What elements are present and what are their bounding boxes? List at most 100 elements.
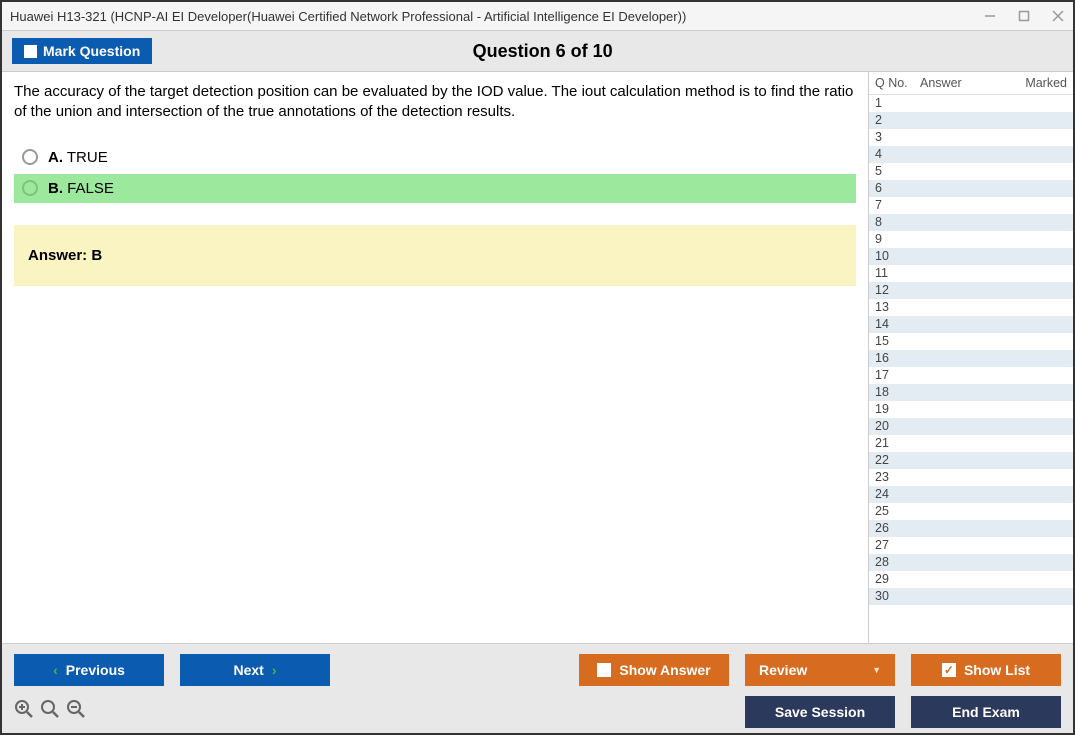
- question-list-row[interactable]: 11: [869, 265, 1073, 282]
- option-row[interactable]: B. FALSE: [14, 174, 856, 203]
- qno-cell: 27: [875, 537, 920, 554]
- question-list-row[interactable]: 10: [869, 248, 1073, 265]
- question-list-row[interactable]: 9: [869, 231, 1073, 248]
- question-list-row[interactable]: 12: [869, 282, 1073, 299]
- qno-cell: 7: [875, 197, 920, 214]
- qno-cell: 9: [875, 231, 920, 248]
- option-text: A. TRUE: [48, 149, 108, 166]
- qno-cell: 26: [875, 520, 920, 537]
- checkbox-checked-icon: ✓: [942, 663, 956, 677]
- qno-cell: 8: [875, 214, 920, 231]
- qno-cell: 14: [875, 316, 920, 333]
- question-list-row[interactable]: 30: [869, 588, 1073, 605]
- question-list-row[interactable]: 20: [869, 418, 1073, 435]
- window-title: Huawei H13-321 (HCNP-AI EI Developer(Hua…: [10, 9, 983, 24]
- question-list-row[interactable]: 13: [869, 299, 1073, 316]
- qno-cell: 28: [875, 554, 920, 571]
- show-list-label: Show List: [964, 662, 1030, 678]
- col-header-marked: Marked: [1012, 76, 1067, 90]
- close-icon[interactable]: [1051, 9, 1065, 23]
- show-answer-label: Show Answer: [619, 662, 710, 678]
- qno-cell: 25: [875, 503, 920, 520]
- qno-cell: 4: [875, 146, 920, 163]
- qno-cell: 1: [875, 95, 920, 112]
- question-list-row[interactable]: 27: [869, 537, 1073, 554]
- zoom-in-icon[interactable]: [14, 699, 34, 725]
- qno-cell: 24: [875, 486, 920, 503]
- qno-cell: 23: [875, 469, 920, 486]
- qno-cell: 15: [875, 333, 920, 350]
- qno-cell: 29: [875, 571, 920, 588]
- show-list-button[interactable]: ✓ Show List: [911, 654, 1061, 686]
- option-row[interactable]: A. TRUE: [14, 143, 856, 172]
- question-list-row[interactable]: 28: [869, 554, 1073, 571]
- question-list-row[interactable]: 6: [869, 180, 1073, 197]
- question-pane: The accuracy of the target detection pos…: [2, 72, 868, 643]
- qno-cell: 22: [875, 452, 920, 469]
- caret-down-icon: ▼: [872, 665, 881, 675]
- question-list-row[interactable]: 21: [869, 435, 1073, 452]
- chevron-left-icon: ‹: [53, 662, 58, 678]
- question-list-panel: Q No. Answer Marked 12345678910111213141…: [868, 72, 1073, 643]
- footer-bar: ‹ Previous Next › Show Answer Review ▼ ✓…: [2, 643, 1073, 733]
- question-list-row[interactable]: 17: [869, 367, 1073, 384]
- save-session-label: Save Session: [775, 704, 865, 720]
- question-list-row[interactable]: 19: [869, 401, 1073, 418]
- titlebar: Huawei H13-321 (HCNP-AI EI Developer(Hua…: [2, 2, 1073, 30]
- chevron-right-icon: ›: [272, 662, 277, 678]
- question-list-row[interactable]: 2: [869, 112, 1073, 129]
- qno-cell: 18: [875, 384, 920, 401]
- question-list[interactable]: 1234567891011121314151617181920212223242…: [869, 94, 1073, 643]
- qno-cell: 10: [875, 248, 920, 265]
- minimize-icon[interactable]: [983, 9, 997, 23]
- question-list-row[interactable]: 5: [869, 163, 1073, 180]
- qno-cell: 2: [875, 112, 920, 129]
- question-list-row[interactable]: 8: [869, 214, 1073, 231]
- question-list-row[interactable]: 29: [869, 571, 1073, 588]
- question-list-row[interactable]: 16: [869, 350, 1073, 367]
- show-answer-button[interactable]: Show Answer: [579, 654, 729, 686]
- end-exam-button[interactable]: End Exam: [911, 696, 1061, 728]
- zoom-out-icon[interactable]: [66, 699, 86, 725]
- review-label: Review: [759, 662, 807, 678]
- qno-cell: 30: [875, 588, 920, 605]
- question-list-row[interactable]: 14: [869, 316, 1073, 333]
- col-header-qno: Q No.: [875, 76, 920, 90]
- question-list-row[interactable]: 15: [869, 333, 1073, 350]
- question-list-row[interactable]: 23: [869, 469, 1073, 486]
- qno-cell: 17: [875, 367, 920, 384]
- next-label: Next: [233, 662, 263, 678]
- question-list-row[interactable]: 24: [869, 486, 1073, 503]
- question-list-row[interactable]: 3: [869, 129, 1073, 146]
- previous-label: Previous: [66, 662, 125, 678]
- qno-cell: 20: [875, 418, 920, 435]
- qno-cell: 12: [875, 282, 920, 299]
- radio-icon: [22, 180, 38, 196]
- question-list-row[interactable]: 18: [869, 384, 1073, 401]
- previous-button[interactable]: ‹ Previous: [14, 654, 164, 686]
- qno-cell: 19: [875, 401, 920, 418]
- zoom-reset-icon[interactable]: [40, 699, 60, 725]
- question-list-row[interactable]: 22: [869, 452, 1073, 469]
- end-exam-label: End Exam: [952, 704, 1020, 720]
- question-list-row[interactable]: 26: [869, 520, 1073, 537]
- qno-cell: 21: [875, 435, 920, 452]
- qno-cell: 16: [875, 350, 920, 367]
- question-list-row[interactable]: 4: [869, 146, 1073, 163]
- header-bar: Mark Question Question 6 of 10: [2, 30, 1073, 72]
- radio-icon: [22, 149, 38, 165]
- maximize-icon[interactable]: [1017, 9, 1031, 23]
- next-button[interactable]: Next ›: [180, 654, 330, 686]
- question-counter: Question 6 of 10: [22, 41, 1063, 62]
- review-button[interactable]: Review ▼: [745, 654, 895, 686]
- answer-box: Answer: B: [14, 225, 856, 286]
- save-session-button[interactable]: Save Session: [745, 696, 895, 728]
- checkbox-icon: [597, 663, 611, 677]
- qno-cell: 5: [875, 163, 920, 180]
- option-text: B. FALSE: [48, 180, 114, 197]
- col-header-answer: Answer: [920, 76, 1012, 90]
- question-list-row[interactable]: 25: [869, 503, 1073, 520]
- qno-cell: 13: [875, 299, 920, 316]
- question-list-row[interactable]: 7: [869, 197, 1073, 214]
- question-list-row[interactable]: 1: [869, 95, 1073, 112]
